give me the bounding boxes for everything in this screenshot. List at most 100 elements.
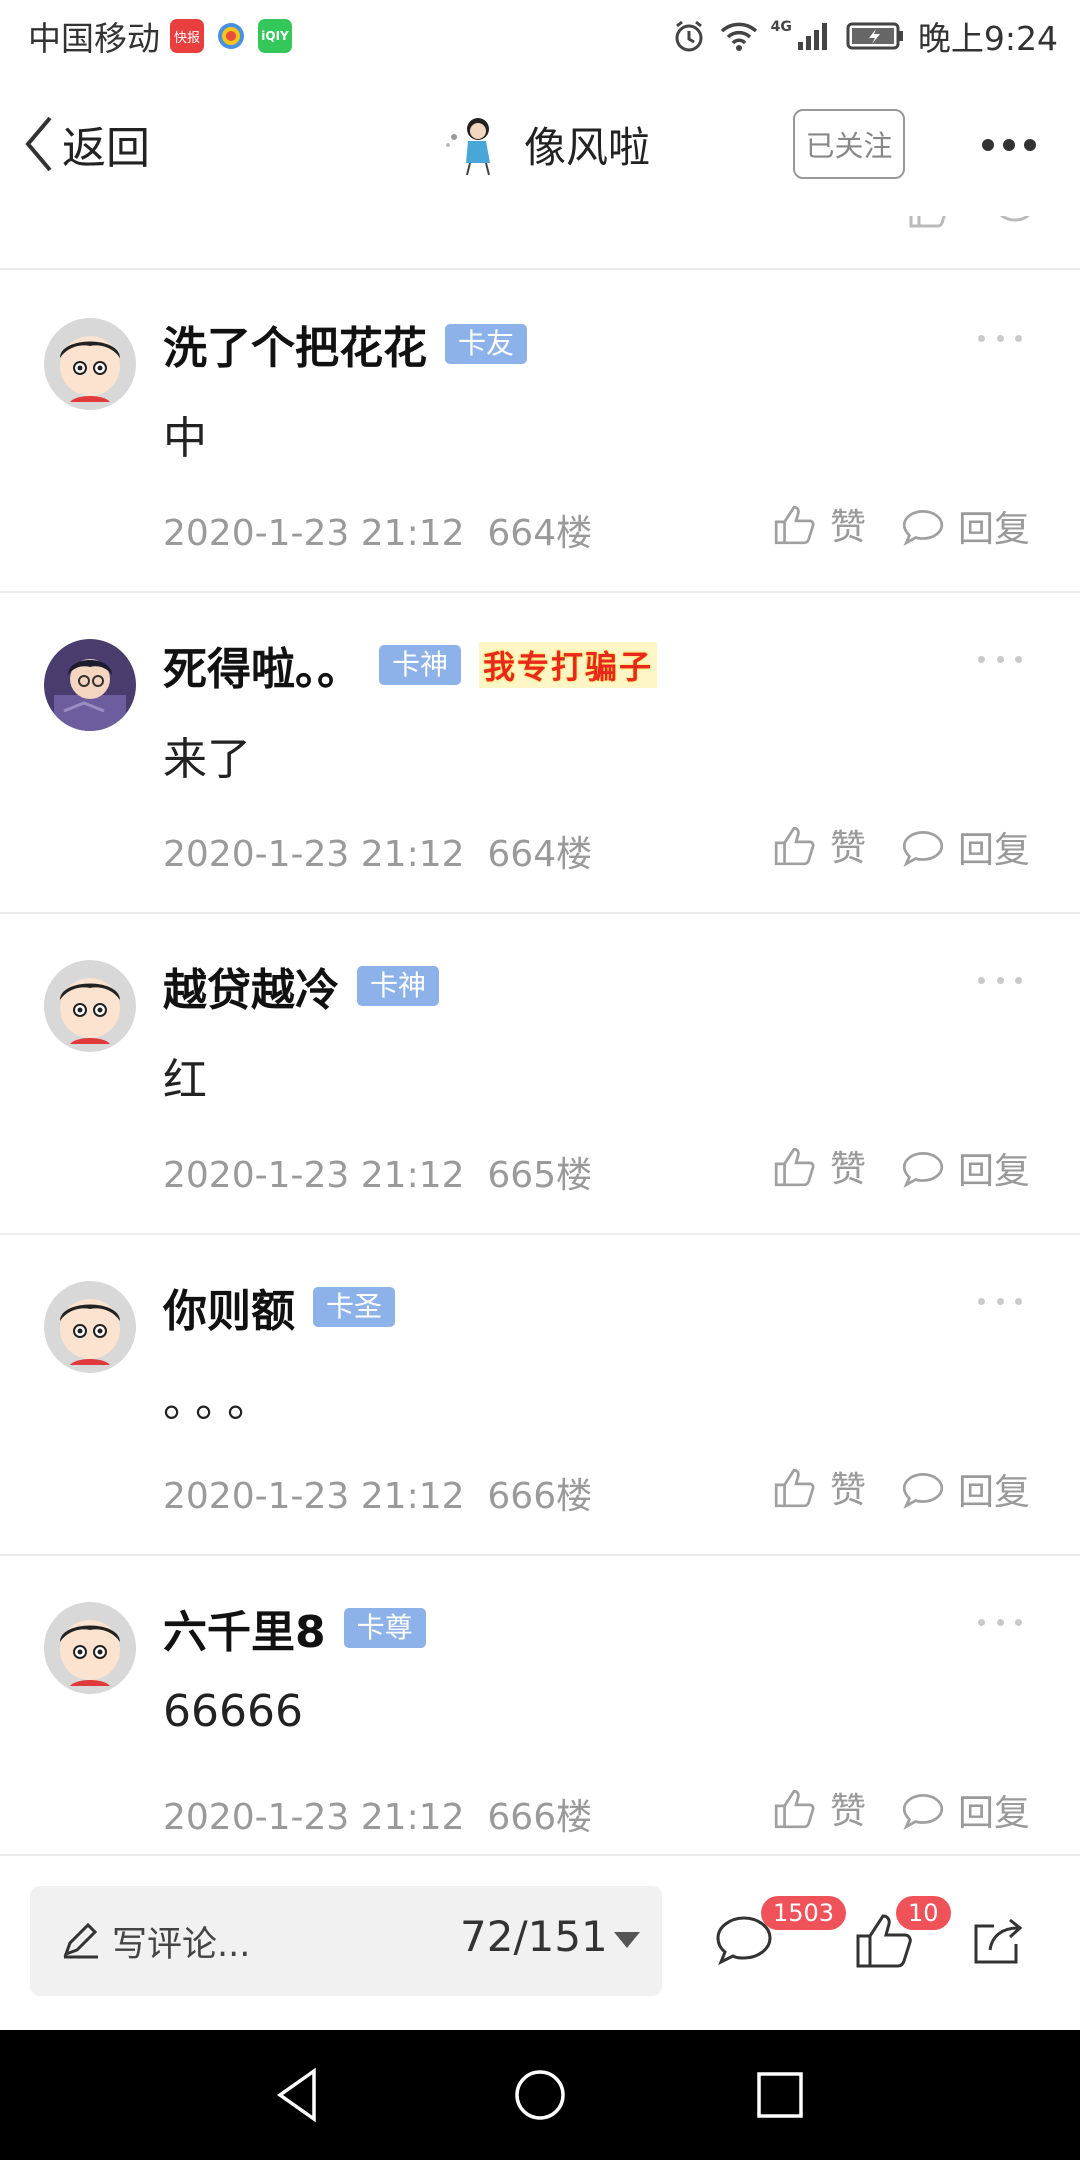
write-comment-input[interactable]: 写评论... 72/151 <box>30 1886 662 1996</box>
comment-item[interactable]: 死得啦。。 卡神 我专打骗子 来了 2020-1-23 21:12 664楼 赞… <box>0 593 1080 914</box>
user-level-badge: 卡神 <box>357 966 440 1006</box>
username[interactable]: 六千里8 <box>163 1596 326 1660</box>
user-avatar[interactable] <box>44 318 136 410</box>
comment-menu-button[interactable] <box>978 1612 1022 1632</box>
floor-number: 666楼 <box>487 1476 593 1517</box>
username[interactable]: 死得啦。。 <box>163 633 361 697</box>
reply-label: 回复 <box>958 509 1031 550</box>
reply-label: 回复 <box>958 830 1031 871</box>
floor-number: 666楼 <box>487 1797 593 1838</box>
network-type-label: 4G <box>770 19 792 35</box>
like-button[interactable]: 赞 <box>772 1138 866 1194</box>
thumbs-up-icon <box>774 1147 815 1187</box>
signal-icon <box>797 23 827 50</box>
comment-time: 2020-1-23 21:12 <box>163 834 465 875</box>
comment-input-placeholder: 写评论... <box>112 1925 251 1965</box>
comment-menu-button[interactable] <box>978 649 1022 669</box>
comment-time: 2020-1-23 21:12 <box>163 1797 465 1838</box>
comment-meta: 2020-1-23 21:12 664楼 <box>163 504 592 556</box>
thumbs-up-icon <box>909 216 946 228</box>
back-button[interactable]: 返回 <box>22 106 150 182</box>
iqiyi-icon-label: iQIY <box>261 29 289 43</box>
thumbs-up-icon <box>774 826 815 866</box>
like-label: 赞 <box>830 828 867 869</box>
comment-item[interactable]: 你则额 卡圣 。。。 2020-1-23 21:12 666楼 赞 回复 <box>0 1235 1080 1556</box>
comment-bubble-icon <box>902 1473 944 1509</box>
kuaibao-icon: 快报 <box>170 19 204 53</box>
like-button[interactable]: 赞 <box>772 1459 866 1515</box>
like-label: 赞 <box>830 1470 867 1511</box>
reply-button[interactable]: 回复 <box>900 819 1030 875</box>
page-jump-counter[interactable]: 72/151 <box>460 1912 608 1961</box>
comment-item[interactable]: 越贷越冷 卡神 红 2020-1-23 21:12 665楼 赞 回复 <box>0 914 1080 1235</box>
thumbs-up-icon <box>774 1468 815 1508</box>
pencil-icon <box>63 1922 98 1959</box>
more-horizontal-icon <box>982 139 1036 151</box>
comment-menu-button[interactable] <box>978 328 1022 348</box>
user-avatar[interactable] <box>44 960 136 1052</box>
reply-button[interactable]: 回复 <box>900 1140 1030 1196</box>
system-navigation-bar <box>0 2030 1080 2160</box>
status-bar: 中国移动 快报 iQIY 4G 晚上9:24 <box>0 0 1080 72</box>
comment-bubble-icon <box>902 1794 944 1830</box>
reply-button[interactable]: 回复 <box>900 1461 1030 1517</box>
username[interactable]: 洗了个把花花 <box>163 312 427 376</box>
reply-button[interactable]: 回复 <box>900 498 1030 554</box>
author-header[interactable]: 像风啦 <box>440 106 650 182</box>
comment-list[interactable]: 洗了个把花花 卡友 中 2020-1-23 21:12 664楼 赞 回复 死得… <box>0 216 1080 1854</box>
home-circle-icon[interactable] <box>510 2065 570 2125</box>
like-button[interactable]: 赞 <box>772 1780 866 1836</box>
reply-label: 回复 <box>958 1472 1031 1513</box>
user-title-tag: 我专打骗子 <box>479 642 658 688</box>
user-level-badge: 卡友 <box>445 324 528 364</box>
user-level-badge: 卡尊 <box>343 1608 426 1648</box>
comment-bubble-icon <box>902 1152 944 1188</box>
user-level-badge: 卡圣 <box>313 1287 396 1327</box>
comment-item[interactable]: 洗了个把花花 卡友 中 2020-1-23 21:12 664楼 赞 回复 <box>0 272 1080 593</box>
more-options-button[interactable] <box>978 120 1040 170</box>
user-avatar[interactable] <box>44 1281 136 1373</box>
comment-text: 来了 <box>163 734 251 785</box>
comment-count-badge: 1503 <box>761 1896 847 1930</box>
thumbs-up-icon <box>774 1789 815 1829</box>
like-label: 赞 <box>830 507 867 548</box>
like-button[interactable]: 赞 <box>772 817 866 873</box>
comment-time: 2020-1-23 21:12 <box>163 513 465 554</box>
comment-menu-button[interactable] <box>978 1291 1022 1311</box>
wifi-icon <box>720 22 757 51</box>
user-avatar[interactable] <box>44 639 136 731</box>
comment-meta: 2020-1-23 21:12 664楼 <box>163 825 592 877</box>
user-avatar[interactable] <box>44 1602 136 1694</box>
reply-label: 回复 <box>958 1151 1031 1192</box>
like-label: 赞 <box>830 1149 867 1190</box>
follow-button[interactable]: 已关注 <box>793 109 905 179</box>
like-label: 赞 <box>830 1791 867 1832</box>
battery-icon <box>846 22 903 50</box>
like-button[interactable]: 赞 <box>772 496 866 552</box>
alarm-icon <box>675 20 703 52</box>
comment-bubble-icon <box>902 510 944 546</box>
carrier-label: 中国移动 <box>28 19 160 58</box>
floor-number: 664楼 <box>487 834 593 875</box>
reply-button[interactable]: 回复 <box>900 1782 1030 1838</box>
username[interactable]: 你则额 <box>163 1275 295 1339</box>
user-level-badge: 卡神 <box>379 645 462 685</box>
recent-apps-square-icon[interactable] <box>750 2065 810 2125</box>
comment-time: 2020-1-23 21:12 <box>163 1476 465 1517</box>
comment-text: 。。。 <box>163 1376 281 1427</box>
comment-time: 2020-1-23 21:12 <box>163 1155 465 1196</box>
author-avatar <box>446 118 490 176</box>
iqiyi-icon: iQIY <box>258 19 292 53</box>
share-icon[interactable] <box>966 1908 1030 1972</box>
kuaibao-icon-label: 快报 <box>173 30 200 46</box>
chevron-left-icon <box>25 116 52 172</box>
username[interactable]: 越贷越冷 <box>163 954 339 1018</box>
comment-item[interactable]: 六千里8 卡尊 66666 2020-1-23 21:12 666楼 赞 回复 <box>0 1556 1080 1854</box>
back-triangle-icon[interactable] <box>270 2065 330 2125</box>
comment-meta: 2020-1-23 21:12 666楼 <box>163 1788 592 1840</box>
comment-text: 红 <box>163 1055 207 1106</box>
triangle-down-icon[interactable] <box>614 1932 640 1948</box>
comment-menu-button[interactable] <box>978 970 1022 990</box>
comment-text: 中 <box>163 413 207 464</box>
floor-number: 665楼 <box>487 1155 593 1196</box>
